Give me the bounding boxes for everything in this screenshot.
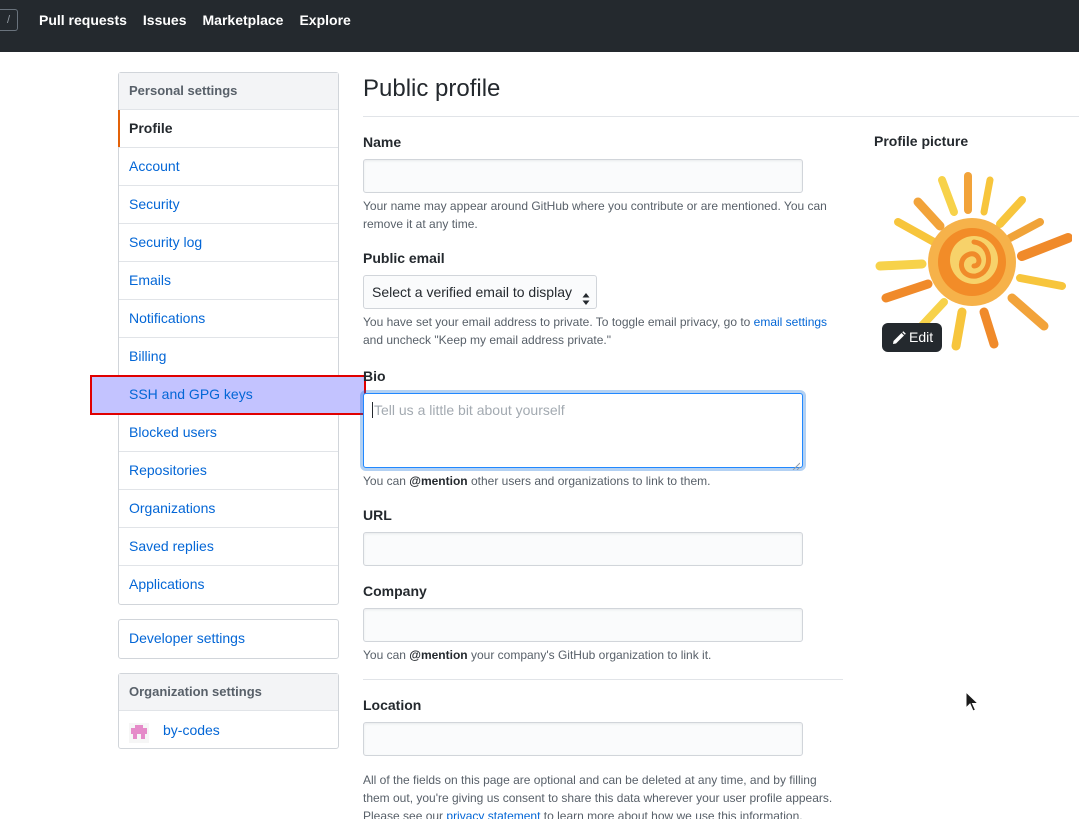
sidebar-item-emails[interactable]: Emails	[119, 262, 338, 300]
org-avatar-icon	[129, 720, 149, 743]
sidebar-item-ssh-gpg-keys[interactable]: SSH and GPG keys	[90, 375, 366, 415]
consent-note: All of the fields on this page are optio…	[363, 771, 843, 819]
top-header: / Pull requests Issues Marketplace Explo…	[0, 0, 1079, 52]
company-label: Company	[363, 583, 427, 599]
org-name: by-codes	[163, 721, 220, 738]
name-note: Your name may appear around GitHub where…	[363, 199, 827, 231]
bio-note: You can @mention other users and organiz…	[363, 474, 711, 488]
search-slash-key[interactable]: /	[0, 9, 18, 31]
url-label: URL	[363, 507, 392, 523]
sidebar-item-security-log[interactable]: Security log	[119, 224, 338, 262]
nav-explore[interactable]: Explore	[299, 11, 350, 29]
location-input[interactable]	[363, 722, 803, 756]
sidebar-item-security[interactable]: Security	[119, 186, 338, 224]
sidebar-item-org[interactable]: by-codes	[119, 711, 338, 748]
sidebar-item-applications[interactable]: Applications	[119, 566, 338, 604]
bio-label: Bio	[363, 368, 386, 384]
name-label: Name	[363, 134, 402, 150]
sidebar-item-billing[interactable]: Billing	[119, 338, 338, 376]
mouse-cursor-icon	[965, 690, 980, 716]
public-email-label: Public email	[363, 250, 445, 266]
public-email-select[interactable]: Select a verified email to display	[363, 275, 597, 309]
edit-label: Edit	[909, 329, 934, 345]
company-note: You can @mention your company's GitHub o…	[363, 648, 712, 662]
organization-settings-heading: Organization settings	[119, 674, 338, 711]
nav-marketplace[interactable]: Marketplace	[203, 11, 284, 29]
text-caret	[372, 402, 373, 418]
personal-settings-heading: Personal settings	[119, 73, 338, 110]
global-nav: Pull requests Issues Marketplace Explore	[39, 11, 351, 29]
select-arrows-icon	[582, 285, 590, 305]
url-input[interactable]	[363, 532, 803, 566]
page-title: Public profile	[363, 75, 501, 102]
sidebar-item-organizations[interactable]: Organizations	[119, 490, 338, 528]
bio-placeholder: Tell us a little bit about yourself	[374, 402, 565, 418]
name-input[interactable]	[363, 159, 803, 193]
sidebar-item-developer-settings[interactable]: Developer settings	[119, 620, 338, 658]
bio-textarea[interactable]: Tell us a little bit about yourself	[363, 393, 803, 471]
email-settings-link[interactable]: email settings	[754, 315, 827, 329]
sidebar-item-account[interactable]: Account	[119, 148, 338, 186]
sidebar-item-saved-replies[interactable]: Saved replies	[119, 528, 338, 566]
public-email-note: You have set your email address to priva…	[363, 315, 828, 347]
nav-issues[interactable]: Issues	[143, 11, 187, 29]
profile-picture-label: Profile picture	[874, 133, 969, 149]
organization-settings-menu: Organization settings by-codes	[118, 673, 339, 749]
resize-handle-icon[interactable]	[792, 457, 801, 471]
personal-settings-menu: Personal settings Profile Account Securi…	[90, 72, 366, 605]
privacy-statement-link[interactable]: privacy statement	[446, 809, 540, 819]
developer-settings-menu: Developer settings	[118, 619, 339, 659]
location-label: Location	[363, 697, 422, 713]
section-divider	[363, 679, 843, 680]
pencil-icon	[893, 331, 906, 344]
sidebar-item-blocked-users[interactable]: Blocked users	[119, 414, 338, 452]
title-divider	[363, 116, 1079, 117]
edit-avatar-button[interactable]: Edit	[882, 323, 942, 352]
public-email-selected: Select a verified email to display	[372, 284, 572, 300]
sidebar-item-repositories[interactable]: Repositories	[119, 452, 338, 490]
sidebar-item-notifications[interactable]: Notifications	[119, 300, 338, 338]
company-input[interactable]	[363, 608, 803, 642]
nav-pull-requests[interactable]: Pull requests	[39, 11, 127, 29]
sidebar-item-profile[interactable]: Profile	[118, 110, 338, 148]
